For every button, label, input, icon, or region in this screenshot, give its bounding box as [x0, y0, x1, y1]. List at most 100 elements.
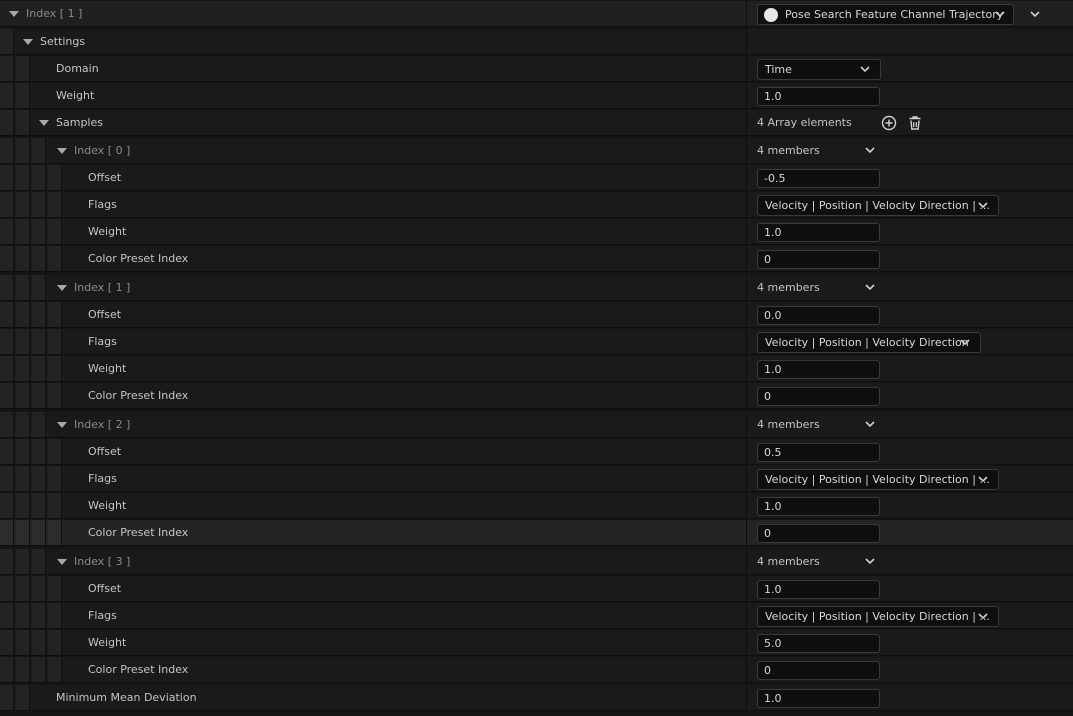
- flags-value: Velocity | Position | Velocity Direction…: [765, 473, 990, 486]
- sample-members-count: 4 members: [757, 555, 820, 568]
- sample-index-row: Index [ 2 ] 4 members: [0, 412, 1073, 438]
- color-preset-index-input[interactable]: 0: [757, 250, 880, 269]
- sample-members-count: 4 members: [757, 281, 820, 294]
- chevron-down-icon[interactable]: [864, 552, 876, 571]
- property-label: Offset: [88, 308, 122, 321]
- weight-input[interactable]: 1.0: [757, 497, 880, 516]
- sample-index-row: Index [ 1 ] 4 members: [0, 275, 1073, 301]
- settings-label: Settings: [40, 35, 86, 48]
- offset-input[interactable]: -0.5: [757, 169, 880, 188]
- sample-members-count: 4 members: [757, 418, 820, 431]
- channel-type-label: Pose Search Feature Channel Trajectory: [785, 8, 1004, 21]
- chevron-down-icon: [977, 607, 989, 626]
- chevron-down-icon: [959, 333, 971, 352]
- property-label: Color Preset Index: [88, 389, 189, 402]
- offset-input[interactable]: 0.0: [757, 306, 880, 325]
- sample-property-row: Flags Velocity | Position | Velocity Dire…: [0, 329, 1073, 355]
- chevron-down-icon: [977, 196, 989, 215]
- sample-property-row: Offset -0.5: [0, 165, 1073, 191]
- weight-input[interactable]: 1.0: [757, 223, 880, 242]
- chevron-down-icon: [859, 60, 871, 79]
- delete-all-icon[interactable]: [907, 115, 923, 131]
- settings-row: Settings: [0, 29, 1073, 55]
- weight-input[interactable]: 1.0: [757, 360, 880, 379]
- unreal-logo-icon: [764, 8, 778, 22]
- flags-value: Velocity | Position | Velocity Direction…: [765, 199, 990, 212]
- chevron-down-icon[interactable]: [864, 278, 876, 297]
- add-element-icon[interactable]: [881, 115, 897, 131]
- collapse-arrow-icon[interactable]: [57, 422, 67, 428]
- channel-type-dropdown[interactable]: Pose Search Feature Channel Trajectory: [757, 4, 1014, 25]
- sample-property-row: Flags Velocity | Position | Velocity Dire…: [0, 192, 1073, 218]
- expand-options-icon[interactable]: [1028, 4, 1042, 25]
- property-label: Offset: [88, 582, 122, 595]
- chevron-down-icon: [994, 5, 1006, 24]
- collapse-arrow-icon[interactable]: [9, 11, 19, 17]
- sample-index-label: Index [ 2 ]: [74, 418, 131, 431]
- sample-property-row: Flags Velocity | Position | Velocity Dire…: [0, 603, 1073, 629]
- sample-property-row: Weight 5.0: [0, 630, 1073, 656]
- flags-value: Velocity | Position | Velocity Direction: [765, 336, 969, 349]
- property-label: Weight: [88, 362, 127, 375]
- sample-property-row: Offset 1.0: [0, 576, 1073, 602]
- property-label: Color Preset Index: [88, 663, 189, 676]
- property-label: Flags: [88, 609, 117, 622]
- sample-index-row: Index [ 3 ] 4 members: [0, 549, 1073, 575]
- sample-index-label: Index [ 1 ]: [74, 281, 131, 294]
- channel-index-label: Index [ 1 ]: [26, 7, 83, 20]
- flags-dropdown[interactable]: Velocity | Position | Velocity Direction…: [757, 195, 999, 216]
- chevron-down-icon[interactable]: [864, 141, 876, 160]
- sample-property-row: Offset 0.0: [0, 302, 1073, 328]
- sample-index-label: Index [ 3 ]: [74, 555, 131, 568]
- collapse-arrow-icon[interactable]: [23, 39, 33, 45]
- color-preset-index-input[interactable]: 0: [757, 524, 880, 543]
- sample-property-row: Offset 0.5: [0, 439, 1073, 465]
- sample-property-row: Color Preset Index 0: [0, 657, 1073, 683]
- sample-property-row: Color Preset Index 0: [0, 520, 1073, 546]
- color-preset-index-input[interactable]: 0: [757, 661, 880, 680]
- sample-property-row: Color Preset Index 0: [0, 383, 1073, 409]
- weight-label: Weight: [56, 89, 95, 102]
- min-mean-deviation-row: Minimum Mean Deviation 1.0: [0, 685, 1073, 711]
- collapse-arrow-icon[interactable]: [57, 148, 67, 154]
- samples-label: Samples: [56, 116, 103, 129]
- sample-property-row: Flags Velocity | Position | Velocity Dire…: [0, 466, 1073, 492]
- weight-input[interactable]: 1.0: [757, 87, 880, 106]
- min-mean-deviation-input[interactable]: 1.0: [757, 689, 880, 708]
- flags-dropdown[interactable]: Velocity | Position | Velocity Direction…: [757, 469, 999, 490]
- sample-index-row: Index [ 0 ] 4 members: [0, 138, 1073, 164]
- property-label: Color Preset Index: [88, 526, 189, 539]
- sample-property-row: Weight 1.0: [0, 493, 1073, 519]
- property-label: Offset: [88, 445, 122, 458]
- sample-property-row: Color Preset Index 0: [0, 246, 1073, 272]
- property-label: Weight: [88, 499, 127, 512]
- collapse-arrow-icon[interactable]: [39, 120, 49, 126]
- channel-header-row: Index [ 1 ] Pose Search Feature Channel …: [0, 1, 1073, 27]
- offset-input[interactable]: 1.0: [757, 580, 880, 599]
- flags-dropdown[interactable]: Velocity | Position | Velocity Direction: [757, 332, 981, 353]
- weight-input[interactable]: 5.0: [757, 634, 880, 653]
- sample-property-row: Weight 1.0: [0, 219, 1073, 245]
- property-label: Weight: [88, 225, 127, 238]
- collapse-arrow-icon[interactable]: [57, 559, 67, 565]
- min-mean-deviation-label: Minimum Mean Deviation: [56, 691, 197, 704]
- flags-dropdown[interactable]: Velocity | Position | Velocity Direction…: [757, 606, 999, 627]
- collapse-arrow-icon[interactable]: [57, 285, 67, 291]
- flags-value: Velocity | Position | Velocity Direction…: [765, 610, 990, 623]
- sample-property-row: Weight 1.0: [0, 356, 1073, 382]
- samples-row: Samples 4 Array elements: [0, 110, 1073, 136]
- color-preset-index-input[interactable]: 0: [757, 387, 880, 406]
- property-label: Flags: [88, 198, 117, 211]
- offset-input[interactable]: 0.5: [757, 443, 880, 462]
- domain-value: Time: [765, 63, 792, 76]
- domain-dropdown[interactable]: Time: [757, 59, 881, 80]
- property-label: Offset: [88, 171, 122, 184]
- weight-row: Weight 1.0: [0, 83, 1073, 109]
- samples-count: 4 Array elements: [757, 116, 852, 129]
- property-label: Flags: [88, 335, 117, 348]
- domain-label: Domain: [56, 62, 99, 75]
- sample-members-count: 4 members: [757, 144, 820, 157]
- property-label: Weight: [88, 636, 127, 649]
- chevron-down-icon[interactable]: [864, 415, 876, 434]
- property-label: Color Preset Index: [88, 252, 189, 265]
